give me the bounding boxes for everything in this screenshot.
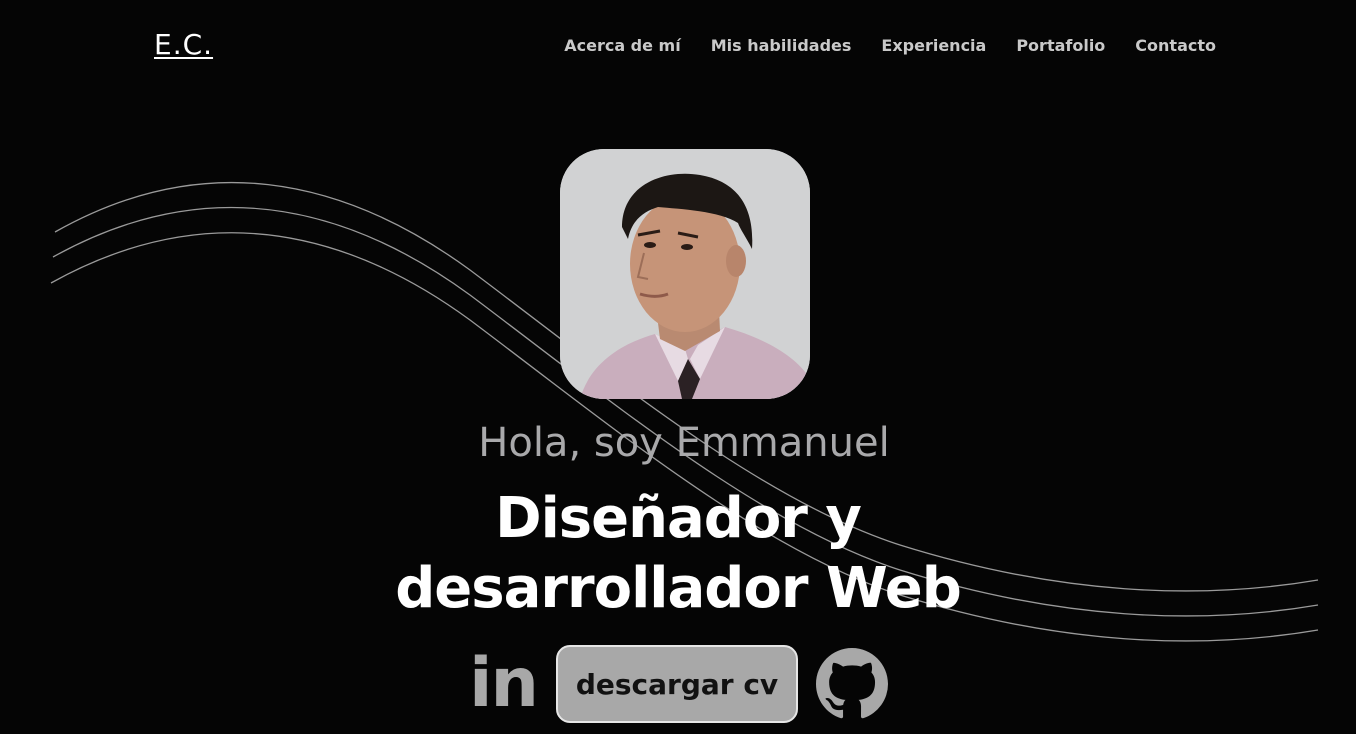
nav-link-about[interactable]: Acerca de mí (564, 36, 681, 55)
hero-title-line-2: desarrollador Web (395, 556, 962, 621)
nav-link-skills[interactable]: Mis habilidades (711, 36, 852, 55)
nav-link-experience[interactable]: Experiencia (881, 36, 986, 55)
main-nav: Acerca de mí Mis habilidades Experiencia… (564, 36, 1216, 55)
hero-title: Diseñador y desarrollador Web (0, 484, 1356, 624)
profile-portrait-illustration (560, 149, 810, 399)
page: E.C. Acerca de mí Mis habilidades Experi… (0, 0, 1356, 734)
linkedin-icon[interactable]: in (468, 648, 539, 720)
nav-link-contact[interactable]: Contacto (1135, 36, 1216, 55)
nav-link-portfolio[interactable]: Portafolio (1016, 36, 1105, 55)
download-cv-button[interactable]: descargar cv (556, 645, 798, 723)
site-logo[interactable]: E.C. (154, 28, 213, 61)
hero-title-line-1: Diseñador y (495, 486, 862, 551)
social-links: in descargar cv (0, 645, 1356, 723)
github-icon[interactable] (816, 648, 888, 720)
hero-greeting: Hola, soy Emmanuel (478, 420, 890, 466)
profile-photo (560, 149, 810, 399)
